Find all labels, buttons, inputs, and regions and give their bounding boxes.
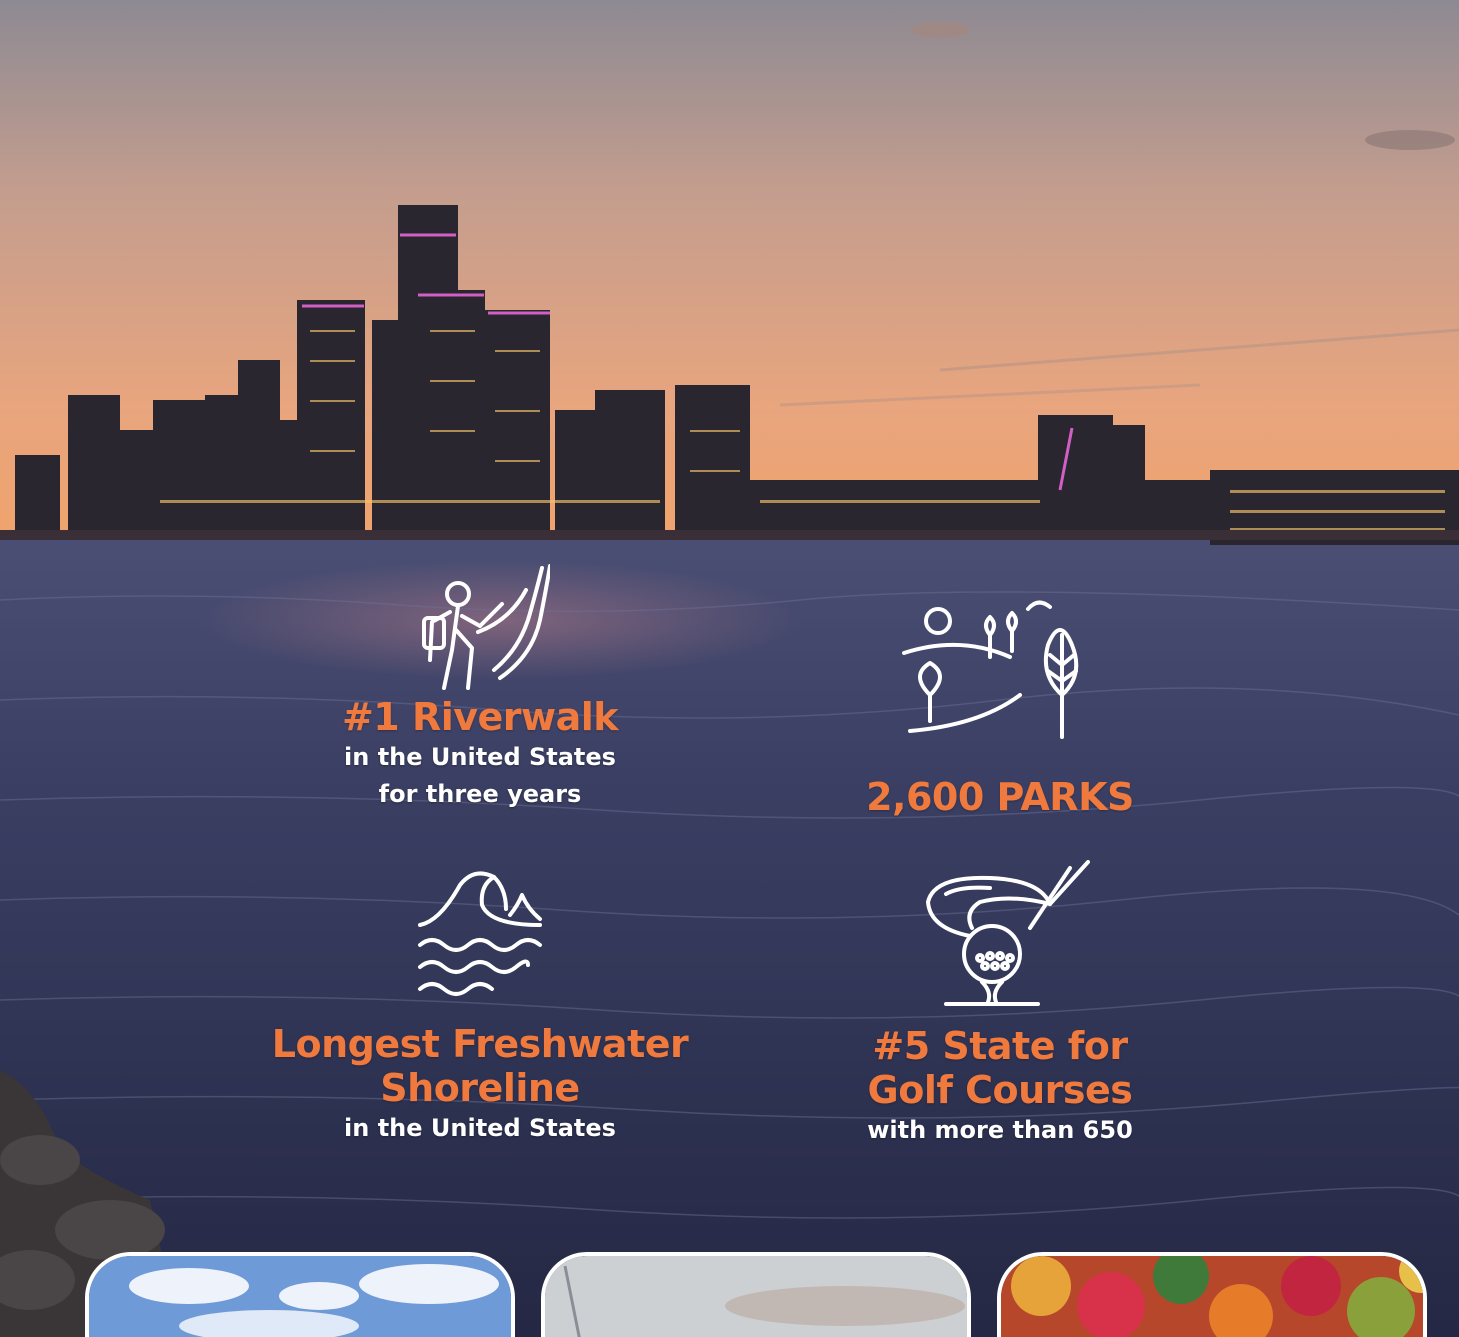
wave-icon <box>418 871 542 996</box>
stat-parks: 2,600 PARKS <box>820 595 1180 819</box>
stat-parks-title: 2,600 PARKS <box>866 775 1134 819</box>
stat-golf-title-1: #5 State for <box>872 1024 1128 1068</box>
sky-clouds-image <box>89 1256 511 1337</box>
stat-golf-sub-1: with more than 650 <box>867 1116 1133 1144</box>
stat-golf-title-2: Golf Courses <box>867 1068 1133 1112</box>
hero-section: #1 Riverwalk in the United States for th… <box>0 0 1459 1337</box>
stat-riverwalk: #1 Riverwalk in the United States for th… <box>300 560 660 813</box>
stat-shoreline: Longest Freshwater Shoreline in the Unit… <box>260 865 700 1147</box>
stat-shoreline-title-2: Shoreline <box>380 1066 580 1110</box>
stat-riverwalk-title: #1 Riverwalk <box>341 695 619 739</box>
card-autumn-trees[interactable] <box>997 1252 1427 1337</box>
sailboat-image <box>545 1256 967 1337</box>
detroit-skyline-background <box>0 0 1459 1337</box>
stat-shoreline-title-1: Longest Freshwater <box>271 1022 689 1066</box>
autumn-trees-image <box>1001 1256 1423 1337</box>
stat-riverwalk-sub-1: in the United States <box>344 743 616 771</box>
stat-riverwalk-sub-2: for three years <box>378 780 582 808</box>
card-sailboat[interactable] <box>541 1252 971 1337</box>
hiker-icon <box>422 564 550 690</box>
stat-shoreline-sub-1: in the United States <box>344 1114 616 1142</box>
golf-ball-tee-icon <box>926 860 1090 1006</box>
stat-golf: #5 State for Golf Courses with more than… <box>820 858 1180 1149</box>
card-sky-clouds[interactable] <box>85 1252 515 1337</box>
park-trees-icon <box>902 600 1079 739</box>
